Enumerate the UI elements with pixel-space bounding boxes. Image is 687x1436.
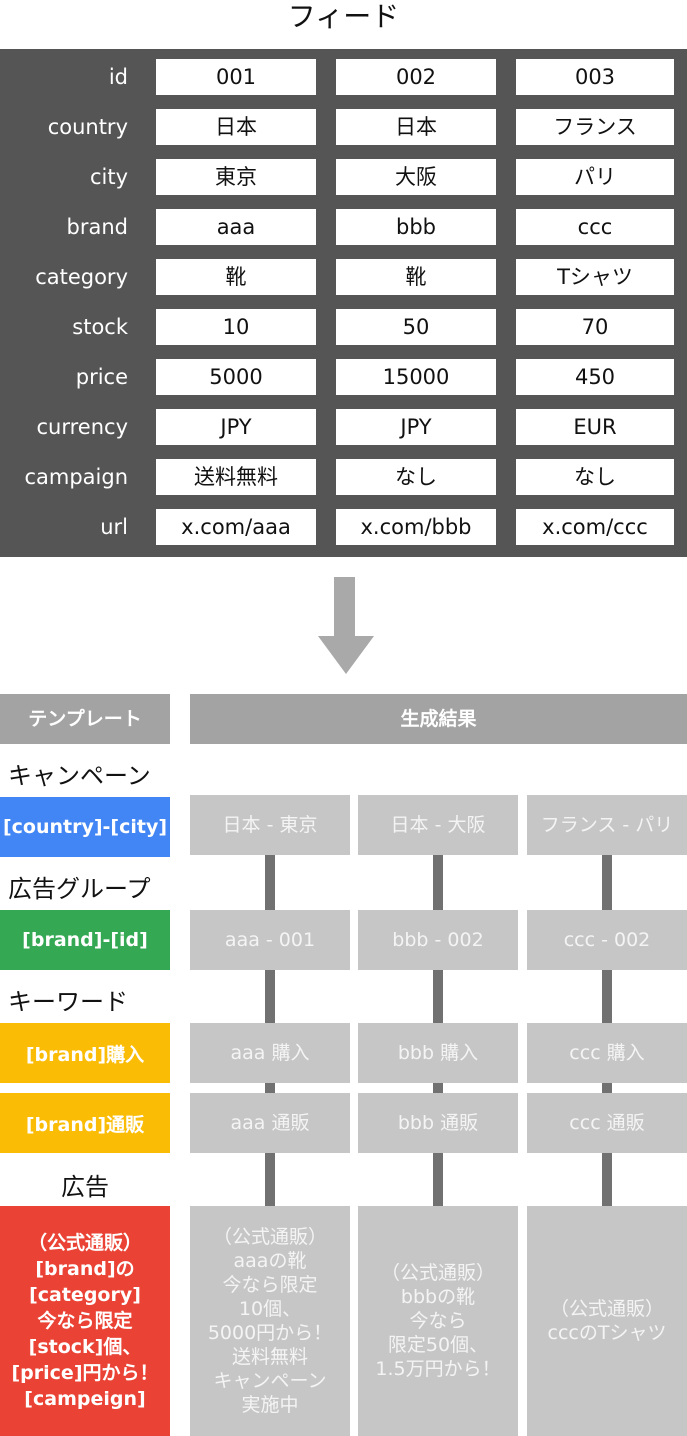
feed-cell: 001 [156, 59, 316, 95]
keyword-section-label: キーワード [8, 988, 128, 1016]
feed-cell: 大阪 [336, 159, 496, 195]
campaign-result: フランス - パリ [527, 795, 687, 855]
feed-row: category 靴靴 Tシャツ [0, 259, 687, 295]
feed-row: currency JPY JPY EUR [0, 409, 687, 445]
keyword-result: ccc 通販 [527, 1093, 687, 1153]
feed-cell: フランス [516, 109, 674, 145]
feed-row: campaign 送料無料 なし なし [0, 459, 687, 495]
feed-cell: なし [336, 459, 496, 495]
connector-line [602, 855, 612, 910]
feed-cell: bbb [336, 209, 496, 245]
feed-cell: 送料無料 [156, 459, 316, 495]
feed-field-label: price [75, 365, 128, 389]
connector-line [265, 855, 275, 910]
feed-row: id 001 002 003 [0, 59, 687, 95]
feed-row: country 日本 日本 フランス [0, 109, 687, 145]
feed-cell: x.com/aaa [156, 509, 316, 545]
feed-row: url x.com/aaa x.com/bbb x.com/ccc [0, 509, 687, 545]
campaign-result: 日本 - 大阪 [358, 795, 518, 855]
connector-line [433, 970, 443, 1023]
campaign-section-label: キャンペーン [8, 762, 151, 790]
feed-cell: 450 [516, 359, 674, 395]
feed-cell: 5000 [156, 359, 316, 395]
feed-cell: 50 [336, 309, 496, 345]
feed-field-label: id [108, 65, 128, 89]
feed-field-label: brand [66, 215, 128, 239]
ad-result: （公式通販） cccのTシャツ [527, 1206, 687, 1436]
keyword-template: [brand]購入 [0, 1023, 170, 1083]
feed-cell: 15000 [336, 359, 496, 395]
ad-section-label: 広告 [61, 1173, 109, 1201]
feed-title: フィード [287, 0, 400, 33]
feed-cell: 東京 [156, 159, 316, 195]
keyword-result: ccc 購入 [527, 1023, 687, 1083]
feed-field-label: country [47, 115, 128, 139]
feed-cell: 靴 [336, 259, 496, 295]
feed-cell: 靴 [156, 259, 316, 295]
feed-cell: ccc [516, 209, 674, 245]
feed-row: city 東京 大阪 パリ [0, 159, 687, 195]
keyword-template: [brand]通販 [0, 1093, 170, 1153]
feed-cell: x.com/bbb [336, 509, 496, 545]
results-header: 生成結果 [190, 694, 687, 744]
connector-line [265, 1153, 275, 1206]
feed-row: price 5000 15000 450 [0, 359, 687, 395]
feed-cell: JPY [156, 409, 316, 445]
feed-field-label: campaign [24, 465, 128, 489]
feed-field-label: category [35, 265, 128, 289]
feed-cell: 002 [336, 59, 496, 95]
down-arrow-head-icon [318, 636, 374, 674]
connector-line [602, 970, 612, 1023]
connector-line [265, 970, 275, 1023]
keyword-result: bbb 通販 [358, 1093, 518, 1153]
adgroup-result: ccc - 002 [527, 910, 687, 970]
adgroup-section-label: 広告グループ [8, 875, 151, 903]
feed-cell: 70 [516, 309, 674, 345]
feed-cell: x.com/ccc [516, 509, 674, 545]
campaign-template: [country]-[city] [0, 797, 170, 857]
feed-cell: パリ [516, 159, 674, 195]
feed-cell: JPY [336, 409, 496, 445]
ad-template: （公式通販） [brand]の [category] 今なら限定 [stock]… [0, 1206, 170, 1436]
keyword-result: aaa 通販 [190, 1093, 350, 1153]
keyword-result: bbb 購入 [358, 1023, 518, 1083]
connector-line [433, 855, 443, 910]
adgroup-result: bbb - 002 [358, 910, 518, 970]
connector-line [433, 1153, 443, 1206]
feed-row: stock 10 50 70 [0, 309, 687, 345]
template-header: テンプレート [0, 694, 170, 744]
feed-field-label: url [100, 515, 128, 539]
feed-field-label: city [89, 165, 128, 189]
connector-line [602, 1153, 612, 1206]
feed-cell: Tシャツ [516, 259, 674, 295]
ad-result: （公式通販） bbbの靴 今なら 限定50個、 1.5万円から！ [358, 1206, 518, 1436]
feed-cell: 003 [516, 59, 674, 95]
feed-table: id 001 002 003 country 日本 日本 フランス city 東京 大阪 パリ bran… [0, 49, 687, 557]
adgroup-result: aaa - 001 [190, 910, 350, 970]
down-arrow-icon [334, 577, 355, 637]
feed-cell: 10 [156, 309, 316, 345]
feed-row: brand aaa bbb ccc [0, 209, 687, 245]
adgroup-template: [brand]-[id] [0, 910, 170, 970]
feed-field-label: currency [36, 415, 129, 439]
connector-line [265, 1083, 275, 1093]
feed-cell: EUR [516, 409, 674, 445]
feed-cell: 日本 [156, 109, 316, 145]
feed-field-label: stock [72, 315, 128, 339]
keyword-result: aaa 購入 [190, 1023, 350, 1083]
campaign-result: 日本 - 東京 [190, 795, 350, 855]
feed-cell: 日本 [336, 109, 496, 145]
connector-line [433, 1083, 443, 1093]
ad-result: （公式通販） aaaの靴 今なら限定 10個、 5000円から！ 送料無料 キャ… [190, 1206, 350, 1436]
feed-cell: aaa [156, 209, 316, 245]
connector-line [602, 1083, 612, 1093]
feed-cell: なし [516, 459, 674, 495]
